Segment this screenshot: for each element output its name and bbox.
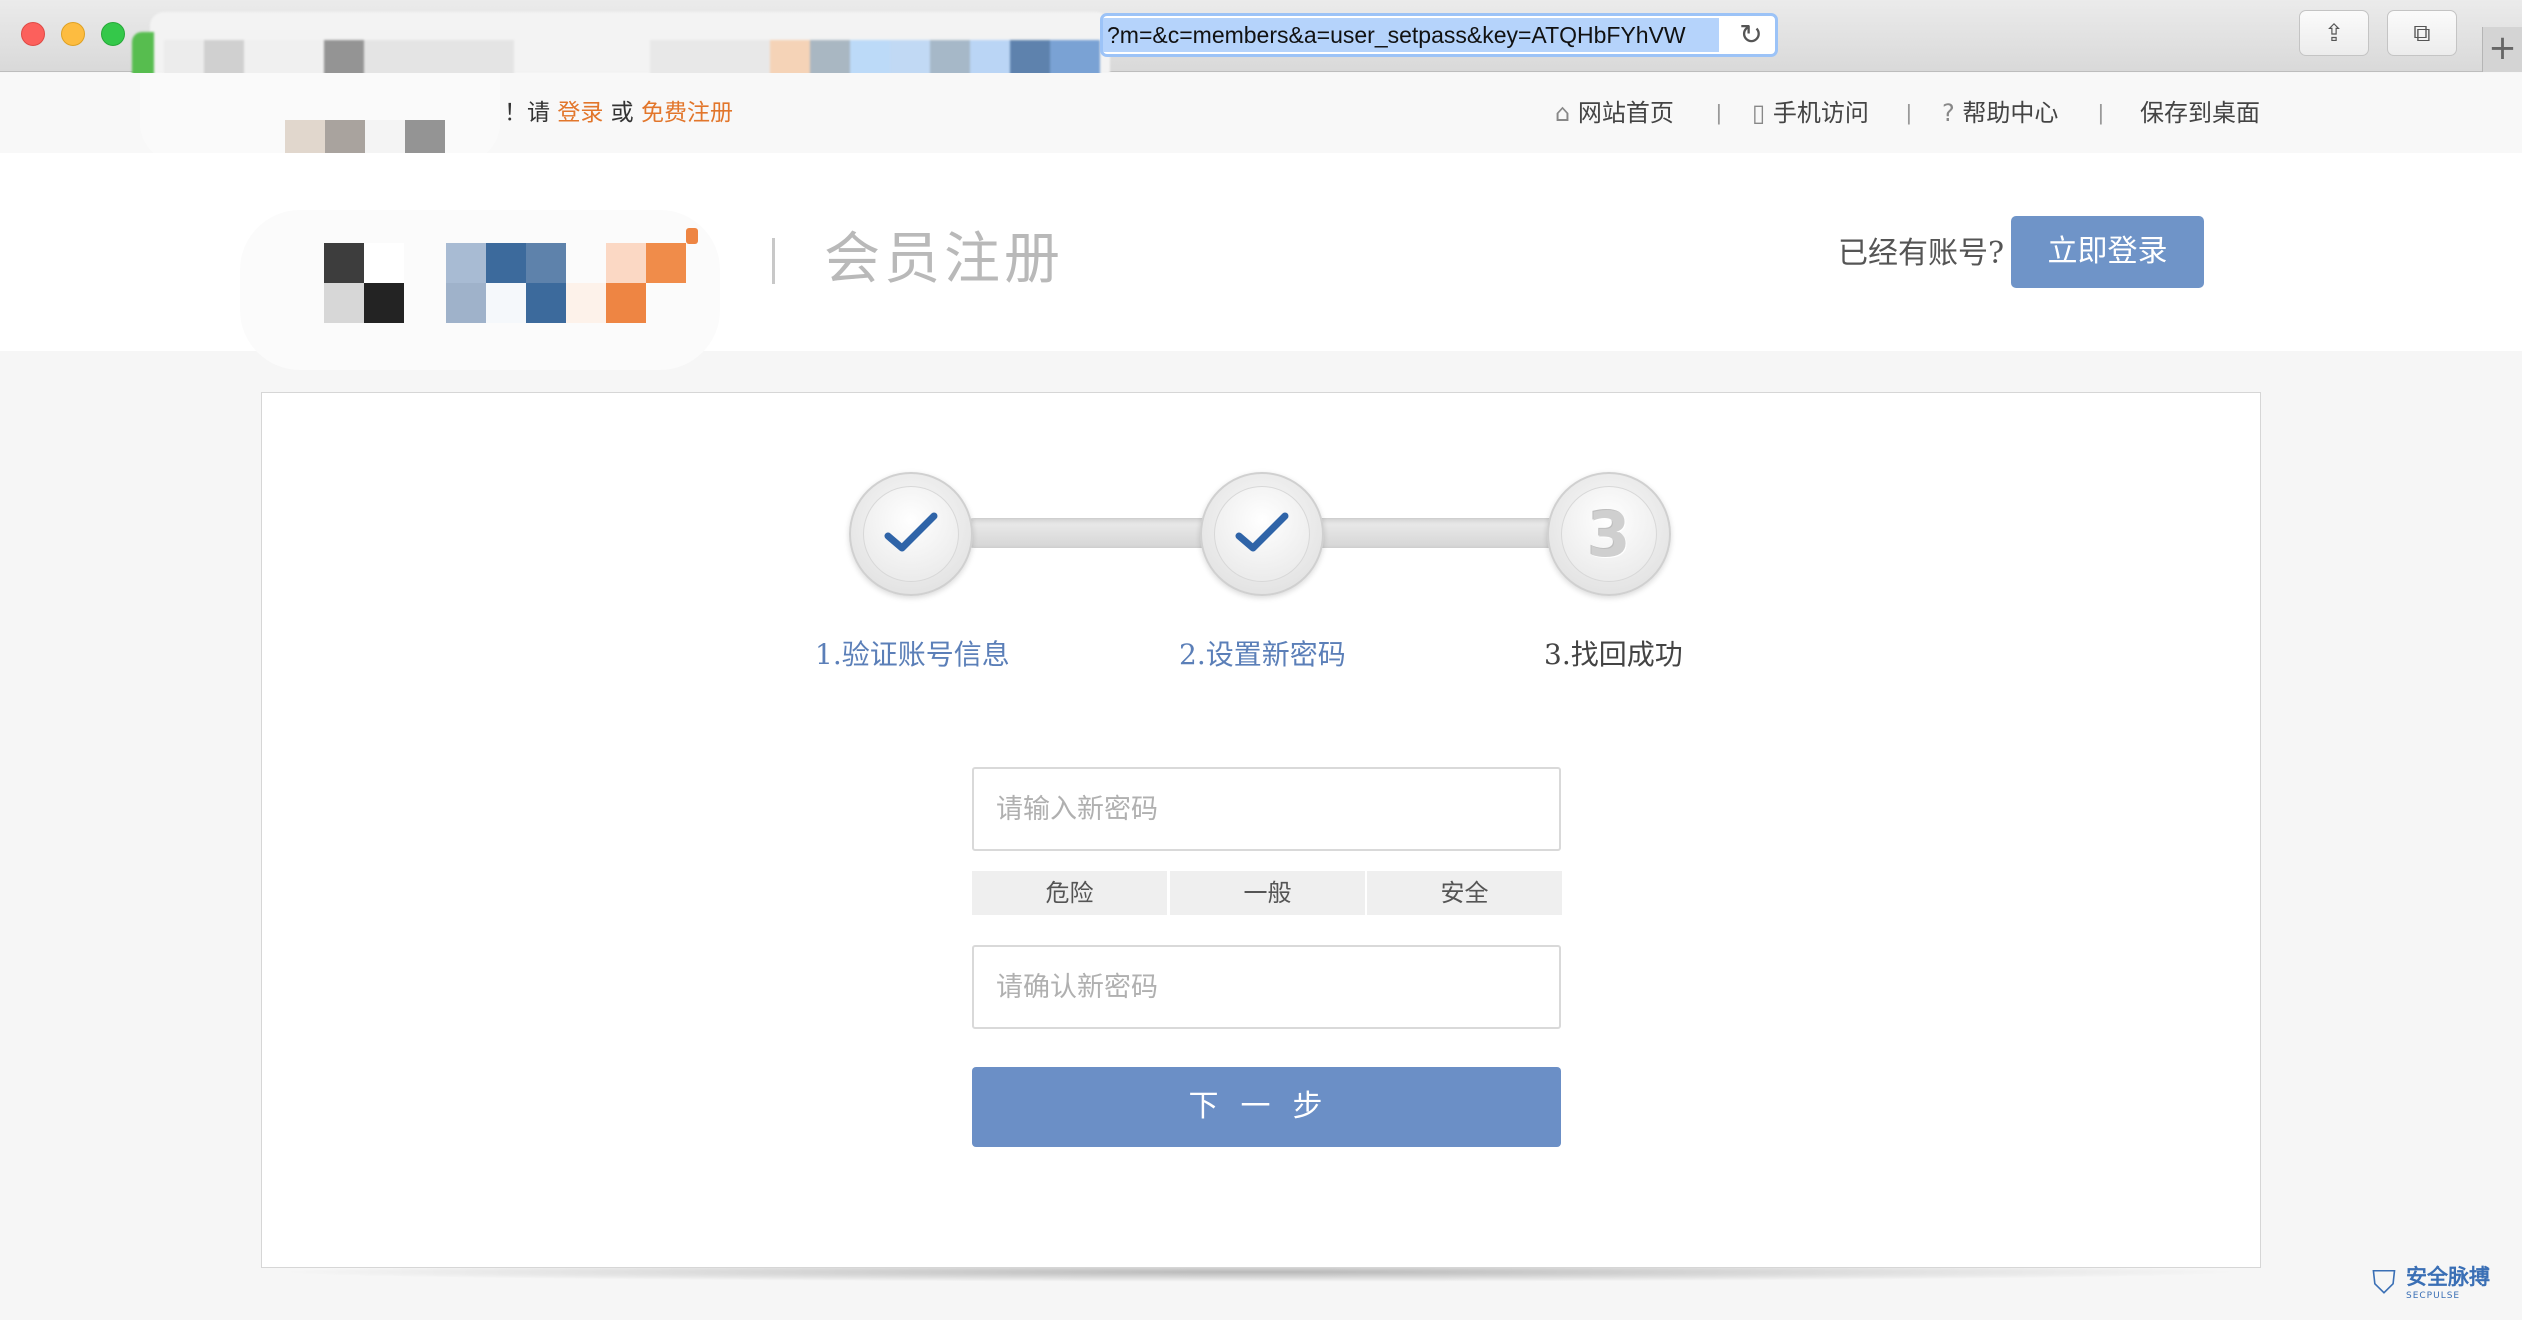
nav-help[interactable]: ? 帮助中心 <box>1942 96 2058 130</box>
close-window-button[interactable] <box>21 22 45 46</box>
header-divider <box>772 238 775 284</box>
shield-icon: ⛉ <box>2372 1263 2397 1301</box>
zoom-window-button[interactable] <box>101 22 125 46</box>
nav-separator: | <box>1716 100 1722 125</box>
strength-danger: 危险 <box>972 871 1167 915</box>
or-text: 或 <box>610 100 634 126</box>
step-2-circle <box>1200 472 1324 596</box>
step-3-number: 3 <box>1587 497 1631 571</box>
have-account-text: 已经有账号? <box>1838 236 2005 271</box>
step-2-label: 2.设置新密码 <box>1179 638 1346 671</box>
nav-help-label: 帮助中心 <box>1962 99 2059 127</box>
nav-separator: | <box>2098 100 2104 125</box>
register-link[interactable]: 免费注册 <box>641 100 733 126</box>
nav-save-desktop-label: 保存到桌面 <box>2140 99 2260 127</box>
address-bar-url[interactable]: ?m=&c=members&a=user_setpass&key=ATQHbFY… <box>1103 18 1719 52</box>
nav-home[interactable]: ⌂ 网站首页 <box>1555 96 1674 130</box>
watermark-text: 安全脉搏 <box>2406 1265 2490 1289</box>
watermark-subtext: SECPULSE <box>2406 1291 2461 1301</box>
share-icon[interactable]: ⇪ <box>2299 10 2369 56</box>
minimize-window-button[interactable] <box>61 22 85 46</box>
nav-mobile-label: 手机访问 <box>1772 99 1869 127</box>
step-3-label: 3.找回成功 <box>1544 638 1683 671</box>
confirm-password-input[interactable] <box>972 945 1561 1029</box>
nav-separator: | <box>1906 100 1912 125</box>
login-now-button[interactable]: 立即登录 <box>2011 216 2204 288</box>
help-icon: ? <box>1942 99 1955 127</box>
strength-safe: 安全 <box>1367 871 1562 915</box>
check-icon <box>884 512 938 552</box>
next-step-button[interactable]: 下一步 <box>972 1067 1561 1147</box>
step-1-circle <box>849 472 973 596</box>
obscured-greeting <box>140 73 500 163</box>
tabs-icon[interactable]: ⧉ <box>2387 10 2457 56</box>
site-logo[interactable] <box>240 210 720 370</box>
phone-icon: ▯ <box>1752 99 1766 127</box>
reload-icon[interactable]: ↻ <box>1733 18 1769 52</box>
step-1-label: 1.验证账号信息 <box>815 638 1010 671</box>
login-link[interactable]: 登录 <box>557 100 603 126</box>
welcome-prefix: ！请 <box>504 100 550 126</box>
obscured-tab <box>132 12 1110 76</box>
nav-home-label: 网站首页 <box>1577 99 1674 127</box>
home-icon: ⌂ <box>1555 99 1571 127</box>
check-icon <box>1235 512 1289 552</box>
plus-icon: + <box>2488 28 2517 68</box>
welcome-text: ！请 登录 或 免费注册 <box>504 96 733 130</box>
nav-mobile[interactable]: ▯ 手机访问 <box>1752 96 1869 130</box>
nav-save-desktop[interactable]: 保存到桌面 <box>2140 96 2260 130</box>
step-3-circle: 3 <box>1547 472 1671 596</box>
page-title: 会员注册 <box>824 227 1064 292</box>
new-tab-button[interactable]: + <box>2482 27 2522 72</box>
new-password-input[interactable] <box>972 767 1561 851</box>
watermark: ⛉ 安全脉搏 SECPULSE <box>2372 1264 2502 1306</box>
strength-medium: 一般 <box>1170 871 1365 915</box>
